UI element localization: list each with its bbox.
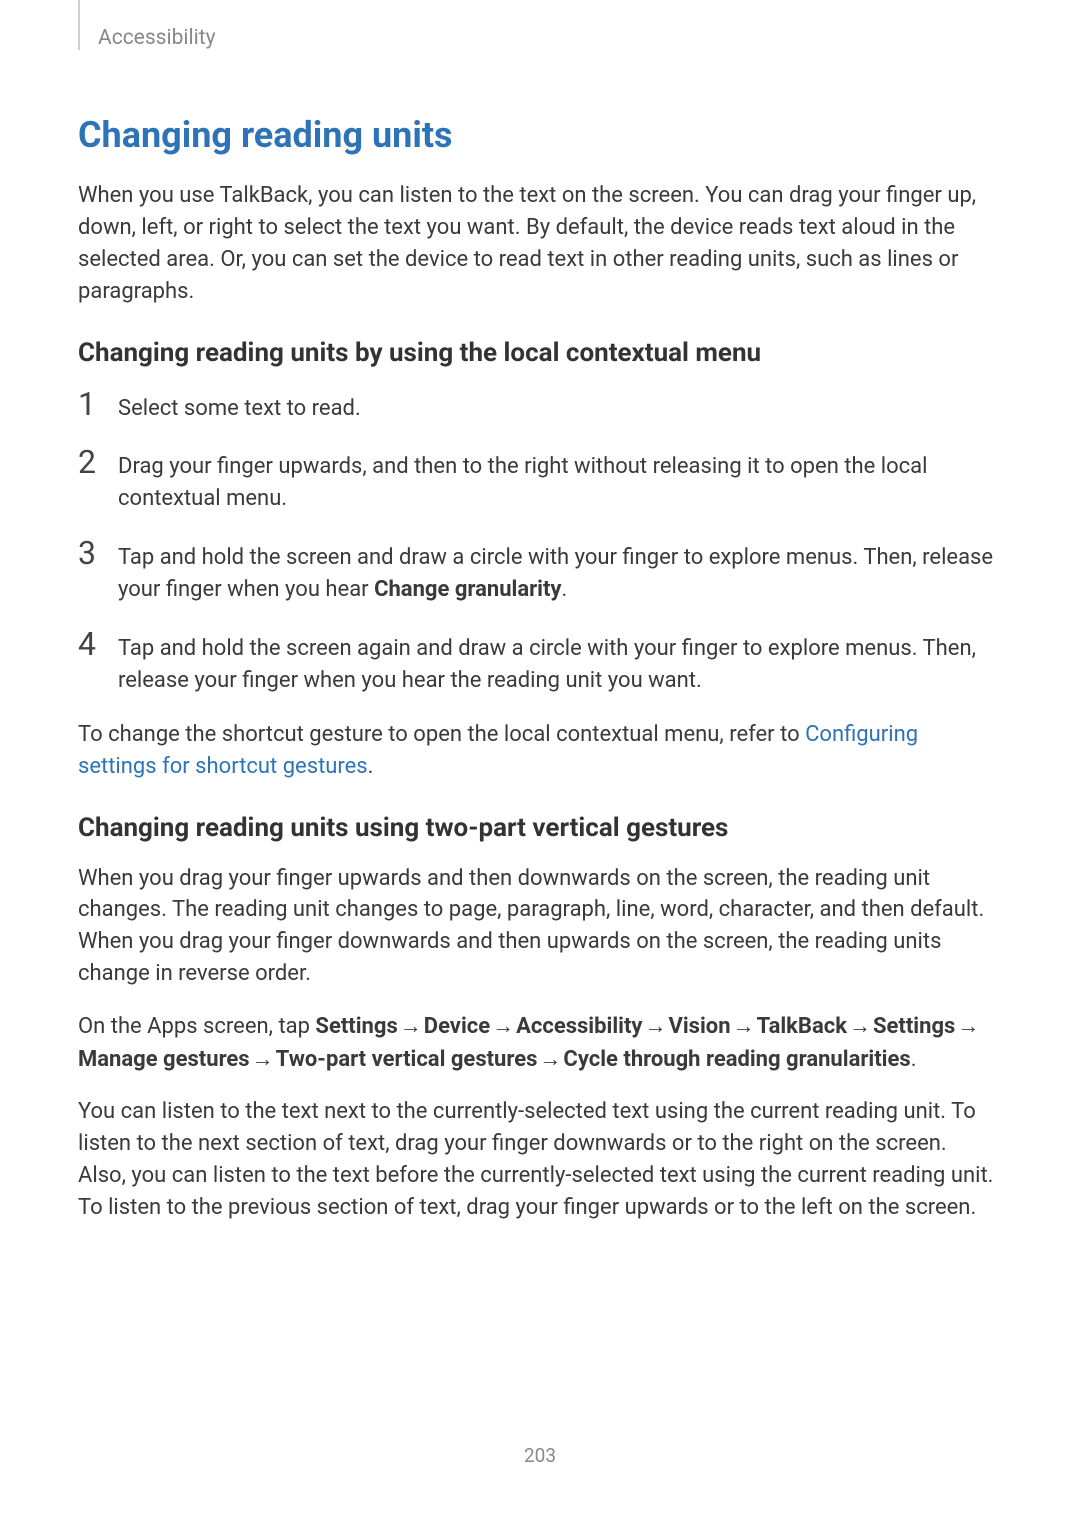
nav-two-part: Two-part vertical gestures xyxy=(276,1047,538,1072)
arrow-icon: → xyxy=(849,1010,871,1043)
step-1: 1 Select some text to read. xyxy=(78,388,998,425)
subheading-two-part-gestures: Changing reading units using two-part ve… xyxy=(78,813,998,843)
navigation-path: On the Apps screen, tap Settings → Devic… xyxy=(78,1010,998,1076)
step-4: 4 Tap and hold the screen again and draw… xyxy=(78,628,998,697)
intro-paragraph: When you use TalkBack, you can listen to… xyxy=(78,180,998,308)
step-text: Tap and hold the screen again and draw a… xyxy=(118,633,998,697)
page-number: 203 xyxy=(0,1444,1080,1467)
arrow-icon: → xyxy=(957,1010,979,1043)
step-text: Drag your finger upwards, and then to th… xyxy=(118,451,998,515)
nav-suffix: . xyxy=(911,1047,917,1072)
nav-accessibility: Accessibility xyxy=(516,1014,642,1039)
step-number: 2 xyxy=(78,446,118,478)
main-content: Changing reading units When you use Talk… xyxy=(78,100,998,1244)
subheading-local-contextual: Changing reading units by using the loca… xyxy=(78,338,998,368)
sub2-p1: When you drag your finger upwards and th… xyxy=(78,863,998,991)
nav-prefix: On the Apps screen, tap xyxy=(78,1014,315,1039)
nav-cycle: Cycle through reading granularities xyxy=(563,1047,910,1072)
nav-vision: Vision xyxy=(668,1014,730,1039)
nav-talkback: TalkBack xyxy=(757,1014,847,1039)
note-pre: To change the shortcut gesture to open t… xyxy=(78,722,805,747)
nav-settings: Settings xyxy=(315,1014,397,1039)
step3-post: . xyxy=(562,577,568,602)
nav-manage-gestures: Manage gestures xyxy=(78,1047,250,1072)
margin-line xyxy=(78,0,80,50)
step3-bold: Change granularity xyxy=(374,577,561,602)
step-number: 3 xyxy=(78,537,118,569)
step-number: 1 xyxy=(78,388,118,420)
step-text: Select some text to read. xyxy=(118,393,361,425)
arrow-icon: → xyxy=(400,1010,422,1043)
nav-settings2: Settings xyxy=(873,1014,955,1039)
note-post: . xyxy=(368,754,374,779)
page-title: Changing reading units xyxy=(78,114,998,156)
step-2: 2 Drag your finger upwards, and then to … xyxy=(78,446,998,515)
step-number: 4 xyxy=(78,628,118,660)
arrow-icon: → xyxy=(539,1043,561,1076)
arrow-icon: → xyxy=(492,1010,514,1043)
step-3: 3 Tap and hold the screen and draw a cir… xyxy=(78,537,998,606)
arrow-icon: → xyxy=(644,1010,666,1043)
arrow-icon: → xyxy=(252,1043,274,1076)
nav-device: Device xyxy=(424,1014,490,1039)
step-text: Tap and hold the screen and draw a circl… xyxy=(118,542,998,606)
note-paragraph: To change the shortcut gesture to open t… xyxy=(78,719,998,783)
sub2-p2: You can listen to the text next to the c… xyxy=(78,1096,998,1224)
header-section-label: Accessibility xyxy=(98,26,216,50)
arrow-icon: → xyxy=(733,1010,755,1043)
